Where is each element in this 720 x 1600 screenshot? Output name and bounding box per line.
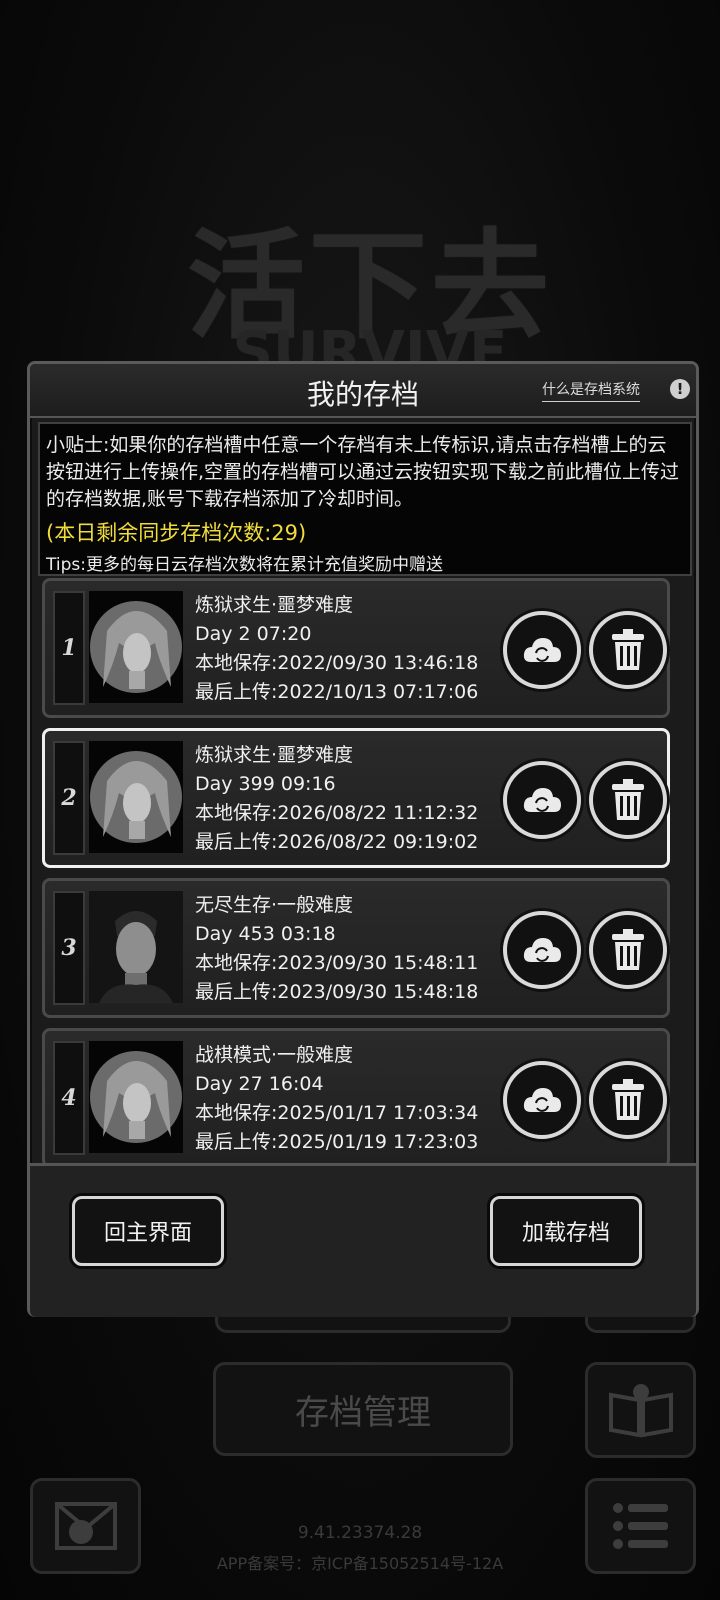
save-slot[interactable]: 4 战棋模式·一般难度 Day 27 16:04 本地保存:2025/01/17… — [42, 1028, 670, 1163]
slot-mode: 炼狱求生·噩梦难度 — [195, 744, 354, 766]
help-link[interactable]: 什么是存档系统 — [542, 379, 640, 402]
delete-button[interactable] — [589, 1061, 667, 1139]
save-slot-selected[interactable]: 2 炼狱求生·噩梦难度 Day 399 09:16 本地保存:2026/08/2… — [42, 728, 670, 868]
portrait-avatar — [89, 741, 183, 853]
slot-last-upload: 最后上传:2022/10/13 07:17:06 — [195, 681, 479, 703]
slot-last-upload: 最后上传:2025/01/19 17:23:03 — [195, 1131, 479, 1153]
delete-button[interactable] — [589, 611, 667, 689]
icp-label: APP备案号：京ICP备15052514号-12A — [216, 1554, 504, 1573]
sync-count: (本日剩余同步存档次数:29) — [46, 521, 307, 545]
book-icon — [585, 1362, 696, 1458]
trash-icon — [612, 629, 644, 670]
slot-number: 2 — [53, 741, 85, 855]
slot-number: 3 — [53, 891, 85, 1005]
cloud-sync-icon — [523, 1088, 561, 1112]
cloud-sync-icon — [523, 638, 561, 662]
cloud-sync-button[interactable] — [503, 1061, 581, 1139]
tip-bottom: Tips:更多的每日云存档次数将在累计充值奖励中赠送 — [46, 555, 443, 575]
home-button[interactable]: 回主界面 — [72, 1196, 224, 1266]
cloud-sync-button[interactable] — [503, 761, 581, 839]
delete-button[interactable] — [589, 911, 667, 989]
slot-info: 无尽生存·一般难度 Day 453 03:18 本地保存:2023/09/30 … — [195, 891, 478, 1007]
slot-day: Day 453 03:18 — [195, 923, 336, 945]
slot-day: Day 27 16:04 — [195, 1073, 324, 1095]
slot-mode: 无尽生存·一般难度 — [195, 894, 354, 916]
trash-icon — [612, 779, 644, 820]
delete-button[interactable] — [589, 761, 667, 839]
slot-local-save: 本地保存:2026/08/22 11:12:32 — [195, 802, 479, 824]
cloud-sync-icon — [523, 938, 561, 962]
bg-manage-save-button: 存档管理 — [213, 1362, 513, 1456]
slot-mode: 炼狱求生·噩梦难度 — [195, 594, 354, 616]
slot-number: 1 — [53, 591, 85, 705]
version-label: 9.41.23374.28 — [297, 1523, 423, 1543]
tip-text: 小贴士:如果你的存档槽中任意一个存档有未上传标识,请点击存档槽上的云按钮进行上传… — [46, 434, 680, 510]
portrait-avatar — [89, 891, 183, 1003]
dialog-header: 我的存档 什么是存档系统 ! — [30, 364, 696, 418]
save-slot-list[interactable]: 1 炼狱求生·噩梦难度 Day 2 07:20 本地保存:2022/09/30 … — [38, 578, 688, 1163]
slot-local-save: 本地保存:2022/09/30 13:46:18 — [195, 652, 479, 674]
trash-icon — [612, 1079, 644, 1120]
slot-info: 战棋模式·一般难度 Day 27 16:04 本地保存:2025/01/17 1… — [195, 1041, 478, 1157]
trash-icon — [612, 929, 644, 970]
slot-info: 炼狱求生·噩梦难度 Day 2 07:20 本地保存:2022/09/30 13… — [195, 591, 478, 707]
portrait-avatar — [89, 591, 183, 703]
slot-number: 4 — [53, 1041, 85, 1155]
cloud-sync-button[interactable] — [503, 611, 581, 689]
dialog-footer: 回主界面 加载存档 — [30, 1163, 696, 1317]
slot-mode: 战棋模式·一般难度 — [195, 1044, 354, 1066]
slot-last-upload: 最后上传:2026/08/22 09:19:02 — [195, 831, 479, 853]
slot-last-upload: 最后上传:2023/09/30 15:48:18 — [195, 981, 479, 1003]
portrait-avatar — [89, 1041, 183, 1153]
save-slot[interactable]: 1 炼狱求生·噩梦难度 Day 2 07:20 本地保存:2022/09/30 … — [42, 578, 670, 718]
load-save-button[interactable]: 加载存档 — [490, 1196, 642, 1266]
help-icon[interactable]: ! — [670, 379, 690, 399]
cloud-sync-icon — [523, 788, 561, 812]
slot-local-save: 本地保存:2025/01/17 17:03:34 — [195, 1102, 479, 1124]
slot-day: Day 2 07:20 — [195, 623, 312, 645]
slot-day: Day 399 09:16 — [195, 773, 336, 795]
slot-local-save: 本地保存:2023/09/30 15:48:11 — [195, 952, 479, 974]
cloud-sync-button[interactable] — [503, 911, 581, 989]
slot-info: 炼狱求生·噩梦难度 Day 399 09:16 本地保存:2026/08/22 … — [195, 741, 478, 857]
save-slot[interactable]: 3 无尽生存·一般难度 Day 453 03:18 本地保存:2023/09/3… — [42, 878, 670, 1018]
tips-panel: 小贴士:如果你的存档槽中任意一个存档有未上传标识,请点击存档槽上的云按钮进行上传… — [38, 422, 692, 576]
save-dialog: 我的存档 什么是存档系统 ! 小贴士:如果你的存档槽中任意一个存档有未上传标识,… — [27, 361, 699, 1317]
